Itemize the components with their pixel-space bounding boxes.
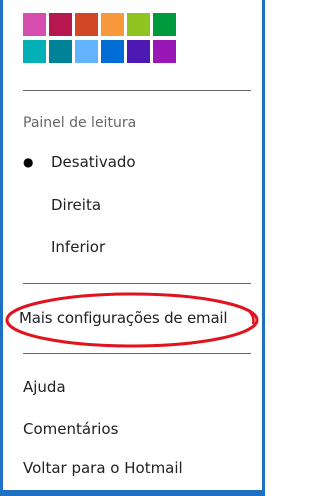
theme-swatch-green[interactable]: [153, 13, 176, 36]
theme-swatch-crimson[interactable]: [49, 13, 72, 36]
reading-pane-option-off[interactable]: ● Desativado: [23, 150, 233, 174]
back-to-hotmail-link[interactable]: Voltar para o Hotmail: [23, 459, 183, 477]
reading-pane-heading: Painel de leitura: [23, 115, 137, 131]
divider: [23, 283, 251, 284]
theme-swatch-indigo[interactable]: [127, 40, 150, 63]
theme-swatch-blue[interactable]: [101, 40, 124, 63]
help-link[interactable]: Ajuda: [23, 378, 66, 396]
theme-swatch-teal[interactable]: [23, 40, 46, 63]
theme-swatch-purple[interactable]: [153, 40, 176, 63]
reading-pane-option-label: Direita: [51, 196, 102, 214]
reading-pane-option-label: Desativado: [51, 153, 136, 171]
divider: [23, 353, 251, 354]
more-email-settings-link[interactable]: Mais configurações de email: [19, 309, 228, 327]
theme-swatch-dark-teal[interactable]: [49, 40, 72, 63]
reading-pane-option-label: Inferior: [51, 238, 106, 256]
theme-swatch-lime[interactable]: [127, 13, 150, 36]
selected-bullet-icon: ●: [23, 155, 34, 169]
theme-swatch-sky-blue[interactable]: [75, 40, 98, 63]
theme-swatch-red-orange[interactable]: [75, 13, 98, 36]
theme-swatch-orange[interactable]: [101, 13, 124, 36]
reading-pane-option-right[interactable]: Direita: [23, 193, 233, 217]
options-menu-panel: Painel de leitura ● Desativado Direita I…: [0, 0, 265, 496]
feedback-link[interactable]: Comentários: [23, 420, 118, 438]
reading-pane-option-bottom[interactable]: Inferior: [23, 235, 233, 259]
divider: [23, 90, 251, 91]
theme-color-picker: [23, 13, 223, 63]
theme-swatch-pink[interactable]: [23, 13, 46, 36]
